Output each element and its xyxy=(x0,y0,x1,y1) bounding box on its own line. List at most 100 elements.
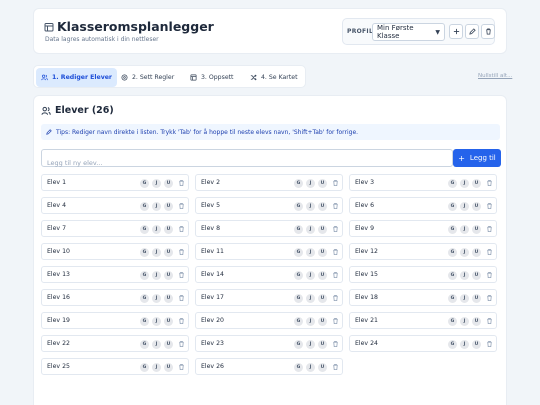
trash-icon[interactable] xyxy=(178,294,185,302)
student-name[interactable]: Elev 23 xyxy=(201,340,224,347)
gender-j-toggle[interactable]: J xyxy=(306,363,315,372)
trash-icon[interactable] xyxy=(178,225,185,233)
gender-g-toggle[interactable]: G xyxy=(140,225,149,234)
trash-icon[interactable] xyxy=(332,271,339,279)
gender-j-toggle[interactable]: J xyxy=(460,225,469,234)
gender-u-toggle[interactable]: U xyxy=(318,294,327,303)
gender-u-toggle[interactable]: U xyxy=(164,179,173,188)
gender-u-toggle[interactable]: U xyxy=(318,248,327,257)
add-student-button[interactable]: + Legg til xyxy=(453,149,501,167)
gender-u-toggle[interactable]: U xyxy=(164,225,173,234)
gender-j-toggle[interactable]: J xyxy=(152,294,161,303)
student-name[interactable]: Elev 6 xyxy=(355,202,374,209)
trash-icon[interactable] xyxy=(486,179,493,187)
new-student-input[interactable] xyxy=(42,155,452,171)
gender-g-toggle[interactable]: G xyxy=(448,225,457,234)
student-name[interactable]: Elev 2 xyxy=(201,179,220,186)
gender-j-toggle[interactable]: J xyxy=(306,225,315,234)
student-name[interactable]: Elev 9 xyxy=(355,225,374,232)
student-name[interactable]: Elev 14 xyxy=(201,271,224,278)
student-name[interactable]: Elev 4 xyxy=(47,202,66,209)
trash-icon[interactable] xyxy=(486,271,493,279)
gender-u-toggle[interactable]: U xyxy=(472,271,481,280)
gender-u-toggle[interactable]: U xyxy=(164,340,173,349)
student-name[interactable]: Elev 19 xyxy=(47,317,70,324)
gender-u-toggle[interactable]: U xyxy=(472,294,481,303)
gender-j-toggle[interactable]: J xyxy=(306,294,315,303)
gender-u-toggle[interactable]: U xyxy=(318,317,327,326)
gender-u-toggle[interactable]: U xyxy=(472,225,481,234)
trash-icon[interactable] xyxy=(486,340,493,348)
student-name[interactable]: Elev 18 xyxy=(355,294,378,301)
gender-u-toggle[interactable]: U xyxy=(318,271,327,280)
gender-g-toggle[interactable]: G xyxy=(448,271,457,280)
trash-icon[interactable] xyxy=(332,202,339,210)
gender-j-toggle[interactable]: J xyxy=(306,271,315,280)
gender-u-toggle[interactable]: U xyxy=(164,248,173,257)
student-name[interactable]: Elev 15 xyxy=(355,271,378,278)
trash-icon[interactable] xyxy=(178,202,185,210)
gender-g-toggle[interactable]: G xyxy=(140,340,149,349)
tab-rediger-elever[interactable]: 1. Rediger Elever xyxy=(36,68,117,87)
gender-j-toggle[interactable]: J xyxy=(152,363,161,372)
student-name[interactable]: Elev 26 xyxy=(201,363,224,370)
gender-g-toggle[interactable]: G xyxy=(294,202,303,211)
gender-g-toggle[interactable]: G xyxy=(448,317,457,326)
trash-icon[interactable] xyxy=(332,363,339,371)
gender-u-toggle[interactable]: U xyxy=(472,248,481,257)
rename-profile-button[interactable] xyxy=(465,24,479,39)
gender-u-toggle[interactable]: U xyxy=(164,294,173,303)
delete-profile-button[interactable] xyxy=(481,24,495,39)
tab-se-kartet[interactable]: 4. Se Kartet xyxy=(245,68,303,87)
gender-g-toggle[interactable]: G xyxy=(294,271,303,280)
gender-g-toggle[interactable]: G xyxy=(294,248,303,257)
student-name[interactable]: Elev 16 xyxy=(47,294,70,301)
gender-j-toggle[interactable]: J xyxy=(306,317,315,326)
gender-g-toggle[interactable]: G xyxy=(294,179,303,188)
gender-j-toggle[interactable]: J xyxy=(460,317,469,326)
gender-g-toggle[interactable]: G xyxy=(448,179,457,188)
student-name[interactable]: Elev 12 xyxy=(355,248,378,255)
trash-icon[interactable] xyxy=(332,248,339,256)
trash-icon[interactable] xyxy=(178,363,185,371)
gender-j-toggle[interactable]: J xyxy=(152,202,161,211)
gender-j-toggle[interactable]: J xyxy=(460,248,469,257)
gender-u-toggle[interactable]: U xyxy=(472,340,481,349)
gender-u-toggle[interactable]: U xyxy=(164,202,173,211)
tab-sett-regler[interactable]: 2. Sett Regler xyxy=(116,68,179,87)
student-name[interactable]: Elev 5 xyxy=(201,202,220,209)
gender-j-toggle[interactable]: J xyxy=(460,294,469,303)
reset-all-link[interactable]: Nullstill alt... xyxy=(478,73,512,79)
gender-g-toggle[interactable]: G xyxy=(294,340,303,349)
gender-u-toggle[interactable]: U xyxy=(164,271,173,280)
trash-icon[interactable] xyxy=(178,179,185,187)
trash-icon[interactable] xyxy=(486,248,493,256)
gender-j-toggle[interactable]: J xyxy=(460,340,469,349)
trash-icon[interactable] xyxy=(332,294,339,302)
student-name[interactable]: Elev 8 xyxy=(201,225,220,232)
gender-g-toggle[interactable]: G xyxy=(294,363,303,372)
trash-icon[interactable] xyxy=(178,271,185,279)
gender-j-toggle[interactable]: J xyxy=(460,202,469,211)
gender-j-toggle[interactable]: J xyxy=(306,248,315,257)
trash-icon[interactable] xyxy=(486,317,493,325)
trash-icon[interactable] xyxy=(332,340,339,348)
gender-j-toggle[interactable]: J xyxy=(152,225,161,234)
gender-g-toggle[interactable]: G xyxy=(140,248,149,257)
gender-u-toggle[interactable]: U xyxy=(164,317,173,326)
gender-g-toggle[interactable]: G xyxy=(140,363,149,372)
gender-j-toggle[interactable]: J xyxy=(152,340,161,349)
gender-g-toggle[interactable]: G xyxy=(294,317,303,326)
student-name[interactable]: Elev 13 xyxy=(47,271,70,278)
gender-j-toggle[interactable]: J xyxy=(460,179,469,188)
student-name[interactable]: Elev 10 xyxy=(47,248,70,255)
gender-j-toggle[interactable]: J xyxy=(306,202,315,211)
gender-j-toggle[interactable]: J xyxy=(152,179,161,188)
gender-g-toggle[interactable]: G xyxy=(140,271,149,280)
trash-icon[interactable] xyxy=(178,340,185,348)
gender-g-toggle[interactable]: G xyxy=(448,340,457,349)
gender-g-toggle[interactable]: G xyxy=(294,294,303,303)
gender-u-toggle[interactable]: U xyxy=(318,363,327,372)
gender-g-toggle[interactable]: G xyxy=(294,225,303,234)
student-name[interactable]: Elev 22 xyxy=(47,340,70,347)
